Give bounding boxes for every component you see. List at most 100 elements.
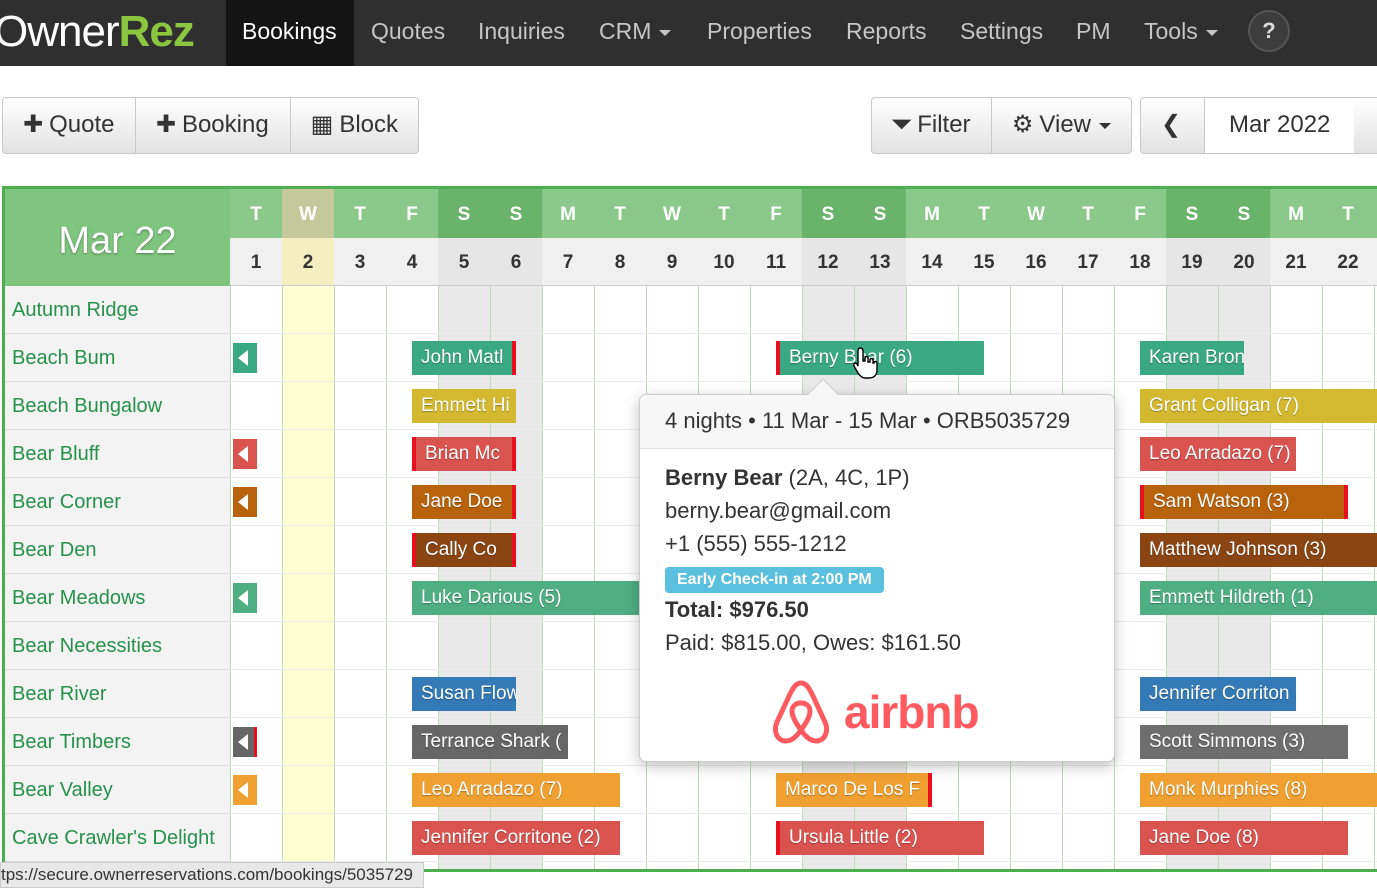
booking-bar[interactable]: Emmett Hildreth (1) [1140, 581, 1377, 615]
date-header[interactable]: 21 [1270, 238, 1322, 286]
nav-reports[interactable]: Reports [830, 0, 943, 66]
booking-continues-left-icon[interactable] [233, 439, 257, 469]
booking-bar[interactable]: Luke Darious (5) [412, 581, 672, 615]
plus-icon: ✚ [155, 111, 176, 138]
weekday-header: S [802, 189, 854, 238]
property-label[interactable]: Bear Bluff [5, 430, 230, 478]
booking-continues-left-icon[interactable] [233, 727, 257, 757]
date-header[interactable]: 6 [490, 238, 542, 286]
property-label[interactable]: Bear Meadows [5, 574, 230, 622]
date-header[interactable]: 9 [646, 238, 698, 286]
date-header[interactable]: 20 [1218, 238, 1270, 286]
booking-total: Total: $976.50 [665, 597, 809, 622]
weekday-header: T [1062, 189, 1114, 238]
date-header[interactable]: 15 [958, 238, 1010, 286]
date-header[interactable]: 4 [386, 238, 438, 286]
nav-properties[interactable]: Properties [691, 0, 829, 66]
booking-bar[interactable]: Berny Bear (6) [776, 341, 984, 375]
booking-bar[interactable]: Matthew Johnson (3) [1140, 533, 1377, 567]
weekday-header: S [854, 189, 906, 238]
booking-bar[interactable]: Emmett Hi [412, 389, 516, 423]
weekday-header: S [490, 189, 542, 238]
booking-bar[interactable]: Cally Co [412, 533, 516, 567]
property-label[interactable]: Bear Den [5, 526, 230, 574]
month-label[interactable]: Mar 2022 [1205, 98, 1355, 153]
booking-continues-left-icon[interactable] [233, 487, 257, 517]
nav-crm[interactable]: CRM [583, 0, 690, 66]
date-header[interactable]: 2 [282, 238, 334, 286]
booking-continues-left-icon[interactable] [233, 583, 257, 613]
property-label[interactable]: Bear River [5, 670, 230, 718]
nav-bookings[interactable]: Bookings [226, 0, 354, 66]
booking-bar[interactable]: Jennifer Corriton [1140, 677, 1296, 711]
property-label[interactable]: Beach Bum [5, 334, 230, 382]
help-button[interactable]: ? [1248, 10, 1290, 52]
date-header[interactable]: 14 [906, 238, 958, 286]
date-header[interactable]: 7 [542, 238, 594, 286]
add-block-button[interactable]: ▦ Block [291, 98, 418, 153]
weekday-header: S [1218, 189, 1270, 238]
date-header[interactable]: 3 [334, 238, 386, 286]
property-label[interactable]: Bear Necessities [5, 622, 230, 670]
date-header[interactable]: 1 [230, 238, 282, 286]
booking-bar[interactable]: Jane Doe (8) [1140, 821, 1348, 855]
row-divider [230, 333, 1377, 334]
booking-continues-left-icon[interactable] [233, 343, 257, 373]
payment-status: Paid: $815.00, Owes: $161.50 [665, 630, 961, 655]
booking-bar[interactable]: Grant Colligan (7) [1140, 389, 1377, 423]
date-header[interactable]: 16 [1010, 238, 1062, 286]
booking-bar[interactable]: Jane Doe [412, 485, 516, 519]
date-header[interactable]: 11 [750, 238, 802, 286]
date-header[interactable]: 5 [438, 238, 490, 286]
date-header[interactable]: 13 [854, 238, 906, 286]
booking-bar[interactable]: Terrance Shark ( [412, 725, 568, 759]
date-header[interactable]: 19 [1166, 238, 1218, 286]
date-header[interactable]: 22 [1322, 238, 1374, 286]
weekday-header: S [438, 189, 490, 238]
column-divider [282, 286, 283, 869]
booking-bar[interactable]: Brian Mc [412, 437, 516, 471]
ownerrez-logo[interactable]: OwnerRez [0, 8, 195, 56]
date-header[interactable]: 8 [594, 238, 646, 286]
nav-quotes[interactable]: Quotes [355, 0, 462, 66]
nav-pm[interactable]: PM [1060, 0, 1128, 66]
grid-icon: ▦ [310, 111, 334, 138]
nav-settings[interactable]: Settings [944, 0, 1060, 66]
add-quote-button[interactable]: ✚ Quote [3, 98, 136, 153]
property-label[interactable]: Bear Valley [5, 766, 230, 814]
booking-continues-left-icon[interactable] [233, 775, 257, 805]
gear-icon: ⚙ [1011, 111, 1034, 138]
nav-tools[interactable]: Tools [1128, 0, 1238, 66]
nav-inquiries[interactable]: Inquiries [462, 0, 582, 66]
booking-bar[interactable]: Marco De Los F [776, 773, 932, 807]
date-header[interactable]: 18 [1114, 238, 1166, 286]
filter-button[interactable]: ⏷ Filter [872, 98, 992, 153]
booking-bar[interactable]: Leo Arradazo (7) [1140, 437, 1296, 471]
airbnb-wordmark: airbnb [844, 686, 980, 738]
property-label[interactable]: Bear Corner [5, 478, 230, 526]
booking-bar[interactable]: Leo Arradazo (7) [412, 773, 620, 807]
booking-bar[interactable]: Ursula Little (2) [776, 821, 984, 855]
weekday-header: S [1166, 189, 1218, 238]
add-booking-button[interactable]: ✚ Booking [136, 98, 291, 153]
property-label[interactable]: Bear Timbers [5, 718, 230, 766]
property-label[interactable]: Cave Crawler's Delight [5, 814, 230, 862]
booking-bar[interactable]: John Matl [412, 341, 516, 375]
booking-bar[interactable]: Monk Murphies (8) [1140, 773, 1377, 807]
date-header[interactable]: 17 [1062, 238, 1114, 286]
booking-bar[interactable]: Jennifer Corritone (2) [412, 821, 620, 855]
property-label[interactable]: Autumn Ridge [5, 286, 230, 334]
prev-month-button[interactable]: ❮ [1141, 98, 1205, 153]
date-header[interactable]: 10 [698, 238, 750, 286]
view-dropdown-button[interactable]: ⚙ View [992, 98, 1131, 153]
guest-email: berny.bear@gmail.com [665, 498, 892, 523]
guest-party: (2A, 4C, 1P) [788, 465, 910, 490]
date-header[interactable]: 12 [802, 238, 854, 286]
early-checkin-badge: Early Check-in at 2:00 PM [665, 567, 884, 593]
guest-phone: +1 (555) 555-1212 [665, 531, 847, 556]
booking-bar[interactable]: Karen Bron [1140, 341, 1244, 375]
booking-bar[interactable]: Susan Flow [412, 677, 516, 711]
booking-bar[interactable]: Scott Simmons (3) [1140, 725, 1348, 759]
booking-bar[interactable]: Sam Watson (3) [1140, 485, 1348, 519]
property-label[interactable]: Beach Bungalow [5, 382, 230, 430]
